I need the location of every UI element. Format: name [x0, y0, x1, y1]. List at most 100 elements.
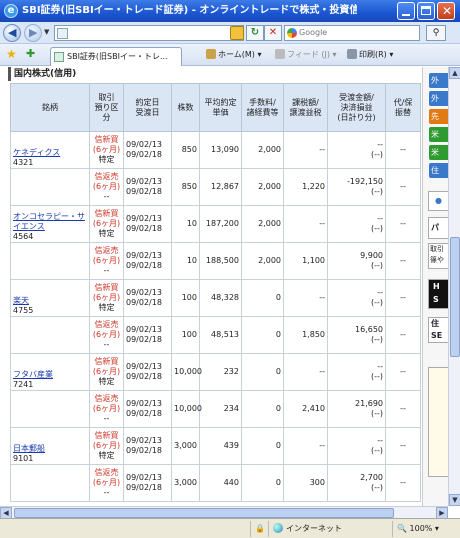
stock-code: 4755: [13, 306, 34, 315]
favorites-star-icon[interactable]: ★: [6, 48, 17, 60]
history-dropdown-icon[interactable]: ▼: [44, 28, 49, 36]
trade-term: (6ヶ月): [92, 478, 121, 487]
trade-type-cell: 信新買 (6ヶ月) 特定: [89, 279, 124, 317]
search-placeholder: Google: [299, 28, 328, 37]
trade-type-cell: 信新買 (6ヶ月) 特定: [89, 131, 124, 169]
trade-type-cell: 信返売 (6ヶ月) --: [89, 242, 124, 280]
trade-type-cell: 信新買 (6ヶ月) 特定: [89, 205, 124, 243]
side-panel: ● パ 取引 篠や H S 住 SE 外外先米米住: [422, 67, 448, 506]
side-tag-button[interactable]: 米: [429, 145, 448, 160]
refresh-button[interactable]: ↻: [246, 25, 264, 41]
vertical-scrollbar[interactable]: ▲ ▼: [448, 67, 460, 506]
avg-price-cell: 234: [199, 390, 242, 428]
fee-cell: 2,000: [241, 131, 284, 169]
avg-price-cell: 12,867: [199, 168, 242, 206]
url-input[interactable]: [54, 25, 244, 41]
print-button[interactable]: 印刷(R) ▾: [347, 49, 393, 61]
close-button[interactable]: ✕: [437, 2, 455, 20]
lock-icon[interactable]: [230, 26, 244, 40]
avg-price-cell: 48,513: [199, 316, 242, 354]
avg-price-cell: 439: [199, 427, 242, 465]
stock-name-link[interactable]: 楽天: [13, 296, 87, 306]
back-button[interactable]: ◀: [3, 24, 21, 42]
stock-name-cell: フタバ産業 7241: [10, 353, 90, 391]
arrow-right-icon: ▶: [29, 26, 38, 39]
fee-cell: 0: [241, 427, 284, 465]
avg-price-cell: 187,200: [199, 205, 242, 243]
feed-label: フィード (J): [287, 50, 330, 59]
zoom-icon: 🔍: [397, 524, 407, 533]
add-favorite-icon[interactable]: ✚: [26, 48, 35, 60]
horizontal-scrollbar[interactable]: ◀ ▶: [0, 506, 448, 519]
side-tag-button[interactable]: 米: [429, 127, 448, 142]
trade-term: (6ヶ月): [92, 256, 121, 265]
side-tag-button[interactable]: 外: [429, 73, 448, 88]
search-button[interactable]: ⚲: [426, 25, 446, 41]
settlement-pl-cell: -- (--): [327, 427, 386, 465]
vertical-scroll-thumb[interactable]: [450, 237, 460, 357]
side-box-3[interactable]: H S: [428, 279, 448, 309]
settlement-pl-cell: 16,650 (--): [327, 316, 386, 354]
search-input[interactable]: Google: [284, 25, 420, 41]
side-tag-button[interactable]: 先: [429, 109, 448, 124]
stock-name-link[interactable]: ケネディクス: [13, 148, 87, 158]
col-header: 受渡金額/ 決済損益 (日計り分): [327, 83, 386, 132]
trade-date-cell: 09/02/13 09/02/18: [123, 168, 172, 206]
trade-term: (6ヶ月): [92, 404, 121, 413]
side-box-4[interactable]: 住 SE: [428, 317, 448, 343]
fee-cell: 0: [241, 316, 284, 354]
forward-button[interactable]: ▶: [24, 24, 42, 42]
side-tag-button[interactable]: 外: [429, 91, 448, 106]
side-tag-button[interactable]: 住: [429, 163, 448, 178]
security-status-icon: 🔒: [250, 521, 268, 537]
maximize-button[interactable]: [417, 2, 435, 20]
table-row: 信返売 (6ヶ月) -- 09/02/13 09/02/18 100 48,513 0 1,8…: [10, 316, 421, 354]
fee-cell: 2,000: [241, 168, 284, 206]
stop-button[interactable]: ✕: [264, 25, 282, 41]
tax-cell: 300: [283, 464, 328, 502]
side-box-1[interactable]: パ: [428, 217, 448, 239]
feed-button[interactable]: フィード (J) ▾: [275, 49, 337, 61]
trade-term: (6ヶ月): [92, 219, 121, 228]
trade-term: (6ヶ月): [92, 367, 121, 376]
settlement-pl-cell: -- (--): [327, 353, 386, 391]
zoom-control[interactable]: 🔍 100% ▾: [392, 521, 458, 537]
table-row: 信返売 (6ヶ月) -- 09/02/13 09/02/18 850 12,867 2,00…: [10, 168, 421, 206]
transfer-cell: --: [385, 464, 421, 502]
avg-price-cell: 232: [199, 353, 242, 391]
tax-cell: 2,410: [283, 390, 328, 428]
transfer-cell: --: [385, 242, 421, 280]
stock-code: 7241: [13, 380, 34, 389]
horizontal-scroll-thumb[interactable]: [14, 508, 394, 518]
avg-price-cell: 440: [199, 464, 242, 502]
print-label: 印刷(R): [359, 50, 387, 59]
stock-name-link[interactable]: フタバ産業: [13, 370, 87, 380]
trade-kind: 信新買: [94, 357, 119, 366]
stock-name-link[interactable]: オンコセラピー・サイエンス: [13, 212, 87, 232]
transfer-cell: --: [385, 427, 421, 465]
google-icon: [287, 28, 297, 38]
side-box-2[interactable]: 取引 篠や: [428, 243, 448, 269]
minimize-button[interactable]: [397, 2, 415, 20]
settlement-pl-cell: -- (--): [327, 131, 386, 169]
stock-name-link[interactable]: 日本郵船: [13, 444, 87, 454]
trade-date-cell: 09/02/13 09/02/18: [123, 353, 172, 391]
side-info-icon[interactable]: ●: [428, 191, 448, 211]
account-type: 特定: [98, 377, 115, 386]
fee-cell: 2,000: [241, 205, 284, 243]
table-row: フタバ産業 7241 信新買 (6ヶ月) 特定 09/02/13 09/02/18 10,0…: [10, 353, 421, 391]
table-row: 楽天 4755 信新買 (6ヶ月) 特定 09/02/13 09/02/18 100 48,3…: [10, 279, 421, 317]
trade-type-cell: 信返売 (6ヶ月) --: [89, 390, 124, 428]
col-header: 手数料/ 諸経費等: [241, 83, 284, 132]
address-bar-row: ◀ ▶ ▼ ↻ ✕ Google ⚲: [0, 22, 460, 44]
scroll-down-icon[interactable]: ▼: [449, 494, 460, 506]
account-type: --: [103, 340, 110, 349]
home-button[interactable]: ホーム(M) ▾: [206, 49, 261, 61]
stock-code: 4321: [13, 158, 34, 167]
browser-tab[interactable]: SBI証券(旧SBIイー・トレ...: [50, 47, 182, 66]
transfer-cell: --: [385, 205, 421, 243]
feed-icon: [275, 49, 285, 59]
side-notice-box: [428, 367, 448, 477]
settlement-pl-cell: 9,900 (--): [327, 242, 386, 280]
scroll-up-icon[interactable]: ▲: [449, 67, 460, 79]
